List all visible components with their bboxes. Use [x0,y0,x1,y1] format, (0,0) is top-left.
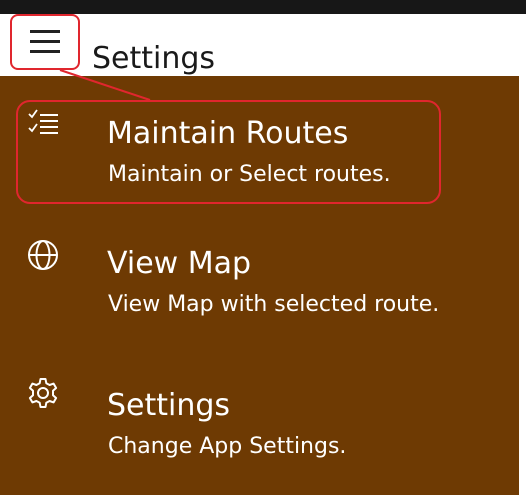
menu-item-subtitle: Change App Settings. [108,434,347,459]
menu-item-title: View Map [107,246,252,281]
menu-item-maintain-routes[interactable]: Maintain Routes Maintain or Select route… [0,104,519,204]
menu-item-view-map[interactable]: View Map View Map with selected route. [0,236,519,336]
hamburger-menu-icon [30,30,60,33]
globe-icon [26,238,60,272]
menu-item-subtitle: View Map with selected route. [108,292,440,317]
hamburger-menu-icon-line [30,50,60,53]
hamburger-menu-icon-line [30,40,60,43]
right-edge [519,14,526,495]
menu-item-settings[interactable]: Settings Change App Settings. [0,376,519,476]
checklist-icon [26,106,60,140]
title-bar-strip [0,0,526,14]
navigation-menu: Maintain Routes Maintain or Select route… [0,76,519,495]
hamburger-menu-button[interactable] [10,14,80,70]
gear-icon [26,376,60,410]
app-screen: Settings Maintain Routes Maintain or Sel… [0,0,526,495]
menu-item-title: Maintain Routes [107,116,349,151]
menu-item-subtitle: Maintain or Select routes. [108,162,391,187]
menu-item-title: Settings [107,388,231,423]
